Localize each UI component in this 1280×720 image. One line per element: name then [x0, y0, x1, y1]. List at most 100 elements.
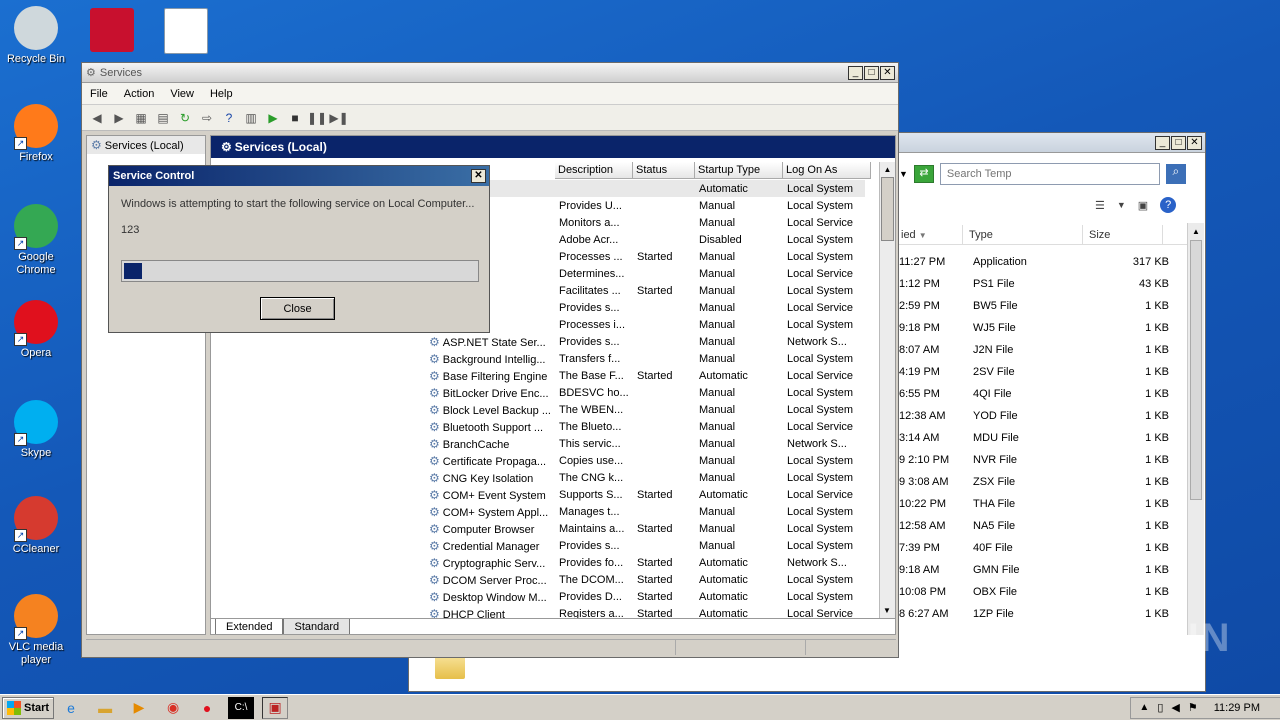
media-player-icon[interactable]: ▶ [126, 697, 152, 719]
table-row[interactable]: Automatic Local System [425, 180, 865, 197]
start-button[interactable]: Start [2, 696, 55, 719]
file-row[interactable]: 12:58 AM NA5 File 1 KB [899, 515, 1169, 537]
restart-service-icon[interactable]: ▶❚ [329, 109, 348, 127]
table-row[interactable]: ⚙ DCOM Server Proc... The DCOM... Started Au… [425, 571, 865, 588]
file-row[interactable]: 9 3:08 AM ZSX File 1 KB [899, 471, 1169, 493]
table-row[interactable]: n Manage...Processes i...ManualLocal Sys… [425, 316, 865, 333]
table-row[interactable]: ⚙ Cryptographic Serv... Provides fo... Star… [425, 554, 865, 571]
desktop-icon[interactable]: ↗ Skype [1, 400, 71, 460]
help-icon[interactable]: ? [220, 109, 238, 127]
table-row[interactable]: ⚙ Computer Browser Maintains a... Started Ma… [425, 520, 865, 537]
file-row[interactable]: 4:19 PM 2SV File 1 KB [899, 361, 1169, 383]
file-row[interactable]: 9:18 AM GMN File 1 KB [899, 559, 1169, 581]
maximize-button[interactable]: □ [864, 66, 879, 80]
chevron-down-icon[interactable]: ▼ [899, 169, 908, 179]
refresh-icon[interactable]: ⇄ [913, 165, 934, 183]
menu-file[interactable]: File [82, 88, 116, 100]
table-row[interactable]: n Experie...Processes ...StartedManualLo… [425, 248, 865, 265]
services-task-icon[interactable]: ▣ [262, 696, 289, 719]
chevron-up-icon[interactable]: ▲ [1139, 702, 1149, 713]
maximize-button[interactable]: □ [1171, 136, 1186, 150]
internet-explorer-icon[interactable]: e [58, 697, 84, 719]
desktop-icon[interactable]: Recycle Bin [1, 6, 71, 66]
table-row[interactable]: n Layer G...Provides s...ManualLocal Ser… [425, 299, 865, 316]
table-row[interactable]: ⚙ Base Filtering Engine The Base F... Start… [425, 367, 865, 384]
file-row[interactable]: 10:08 PM OBX File 1 KB [899, 581, 1169, 603]
table-row[interactable]: n Informa...Facilitates ...StartedManual… [425, 282, 865, 299]
table-row[interactable]: robat Upd...Adobe Acr...DisabledLocal Sy… [425, 231, 865, 248]
chevron-down-icon[interactable]: ▼ [1117, 200, 1126, 210]
table-row[interactable]: ⚙ COM+ Event System Supports S... Started Au… [425, 486, 865, 503]
opera-icon[interactable]: ● [194, 697, 220, 719]
show-hide-tree-icon[interactable]: ▦ [132, 109, 150, 127]
close-icon[interactable]: ✕ [471, 169, 486, 183]
menu-help[interactable]: Help [202, 88, 241, 100]
table-row[interactable]: ⚙ BranchCache This servic... Manual Network … [425, 435, 865, 452]
view-options-icon[interactable]: ☰ [1095, 199, 1105, 212]
menu-view[interactable]: View [162, 88, 202, 100]
refresh-icon[interactable]: ↻ [176, 109, 194, 127]
explorer-icon[interactable]: ▬ [92, 697, 118, 719]
close-button[interactable]: ✕ [880, 66, 895, 80]
action-pane-icon[interactable]: ▥ [242, 109, 260, 127]
column-log-on-as[interactable]: Log On As [783, 162, 871, 179]
column-date-modified[interactable]: ied ▼ [899, 225, 963, 244]
scrollbar-thumb[interactable] [1190, 240, 1202, 500]
table-row[interactable]: ⚙ CNG Key Isolation The CNG k... Manual Loca… [425, 469, 865, 486]
desktop-icon[interactable]: ↗ VLC media player [1, 594, 71, 667]
tree-item-services-local[interactable]: ⚙ Services (Local) [87, 136, 205, 154]
table-row[interactable]: ⚙ BitLocker Drive Enc... BDESVC ho... Manua… [425, 384, 865, 401]
acrobat-icon[interactable] [90, 8, 134, 52]
file-row[interactable]: 10:22 PM THA File 1 KB [899, 493, 1169, 515]
column-type[interactable]: Type [963, 225, 1083, 244]
table-row[interactable]: n IdentityDetermines...ManualLocal Servi… [425, 265, 865, 282]
close-button[interactable]: Close [260, 297, 335, 320]
properties-icon[interactable]: ▤ [154, 109, 172, 127]
scrollbar-thumb[interactable] [881, 177, 894, 241]
file-row[interactable]: 8:07 AM J2N File 1 KB [899, 339, 1169, 361]
desktop-icon[interactable]: ↗ CCleaner [1, 496, 71, 556]
search-icon[interactable]: ⌕ [1165, 164, 1186, 184]
table-row[interactable]: ⚙ Block Level Backup ... The WBEN... Manual… [425, 401, 865, 418]
desktop-icon[interactable]: ↗ Firefox [1, 104, 71, 164]
clock[interactable]: 11:29 PM [1214, 702, 1260, 714]
word-document-icon[interactable] [164, 8, 208, 54]
forward-icon[interactable]: ▶ [110, 109, 128, 127]
table-row[interactable]: ⚙ Desktop Window M... Provides D... Started… [425, 588, 865, 605]
minimize-button[interactable]: _ [1155, 136, 1170, 150]
minimize-button[interactable]: _ [848, 66, 863, 80]
table-row[interactable]: ⚙ Background Intellig... Transfers f... Man… [425, 350, 865, 367]
export-list-icon[interactable]: ⇨ [198, 109, 216, 127]
tab-extended[interactable]: Extended [215, 619, 284, 634]
table-row[interactable]: ⚙ Certificate Propaga... Copies use... Manu… [425, 452, 865, 469]
column-startup-type[interactable]: Startup Type [695, 162, 783, 179]
file-row[interactable]: 12:38 AM YOD File 1 KB [899, 405, 1169, 427]
file-row[interactable]: 7:39 PM 40F File 1 KB [899, 537, 1169, 559]
network-icon[interactable]: ▯ [1157, 701, 1163, 714]
back-icon[interactable]: ◀ [88, 109, 106, 127]
table-row[interactable]: ⚙ Bluetooth Support ... The Blueto... Manua… [425, 418, 865, 435]
stop-service-icon[interactable]: ■ [286, 109, 304, 127]
column-size[interactable]: Size [1083, 225, 1163, 244]
file-row[interactable]: 3:14 AM MDU File 1 KB [899, 427, 1169, 449]
cmd-icon[interactable]: C:\ [228, 696, 255, 719]
file-row[interactable]: 9 2:10 PM NVR File 1 KB [899, 449, 1169, 471]
file-row[interactable]: 11:27 PM Application 317 KB [899, 251, 1169, 273]
file-row[interactable]: 9:18 PM WJ5 File 1 KB [899, 317, 1169, 339]
close-button[interactable]: ✕ [1187, 136, 1202, 150]
table-row[interactable]: ⚙ Credential Manager Provides s... Manual Lo… [425, 537, 865, 554]
speaker-icon[interactable]: ◀ [1171, 701, 1179, 714]
search-input[interactable] [939, 163, 1160, 185]
desktop-icon[interactable]: ↗ Google Chrome [1, 204, 71, 277]
file-row[interactable]: 1:12 PM PS1 File 43 KB [899, 273, 1169, 295]
chrome-icon[interactable]: ◉ [160, 697, 186, 719]
table-row[interactable]: nstaller (A...Provides U...ManualLocal S… [425, 197, 865, 214]
table-row[interactable]: ⚙ ASP.NET State Ser... Provides s... Manual… [425, 333, 865, 350]
file-row[interactable]: 2:59 PM BW5 File 1 KB [899, 295, 1169, 317]
file-row[interactable]: 6:55 PM 4QI File 1 KB [899, 383, 1169, 405]
flag-icon[interactable]: ⚑ [1188, 701, 1198, 714]
preview-pane-icon[interactable]: ▣ [1138, 199, 1148, 212]
vertical-scrollbar[interactable]: ▲ [1187, 223, 1204, 635]
desktop-icon[interactable]: ↗ Opera [1, 300, 71, 360]
menu-action[interactable]: Action [116, 88, 163, 100]
